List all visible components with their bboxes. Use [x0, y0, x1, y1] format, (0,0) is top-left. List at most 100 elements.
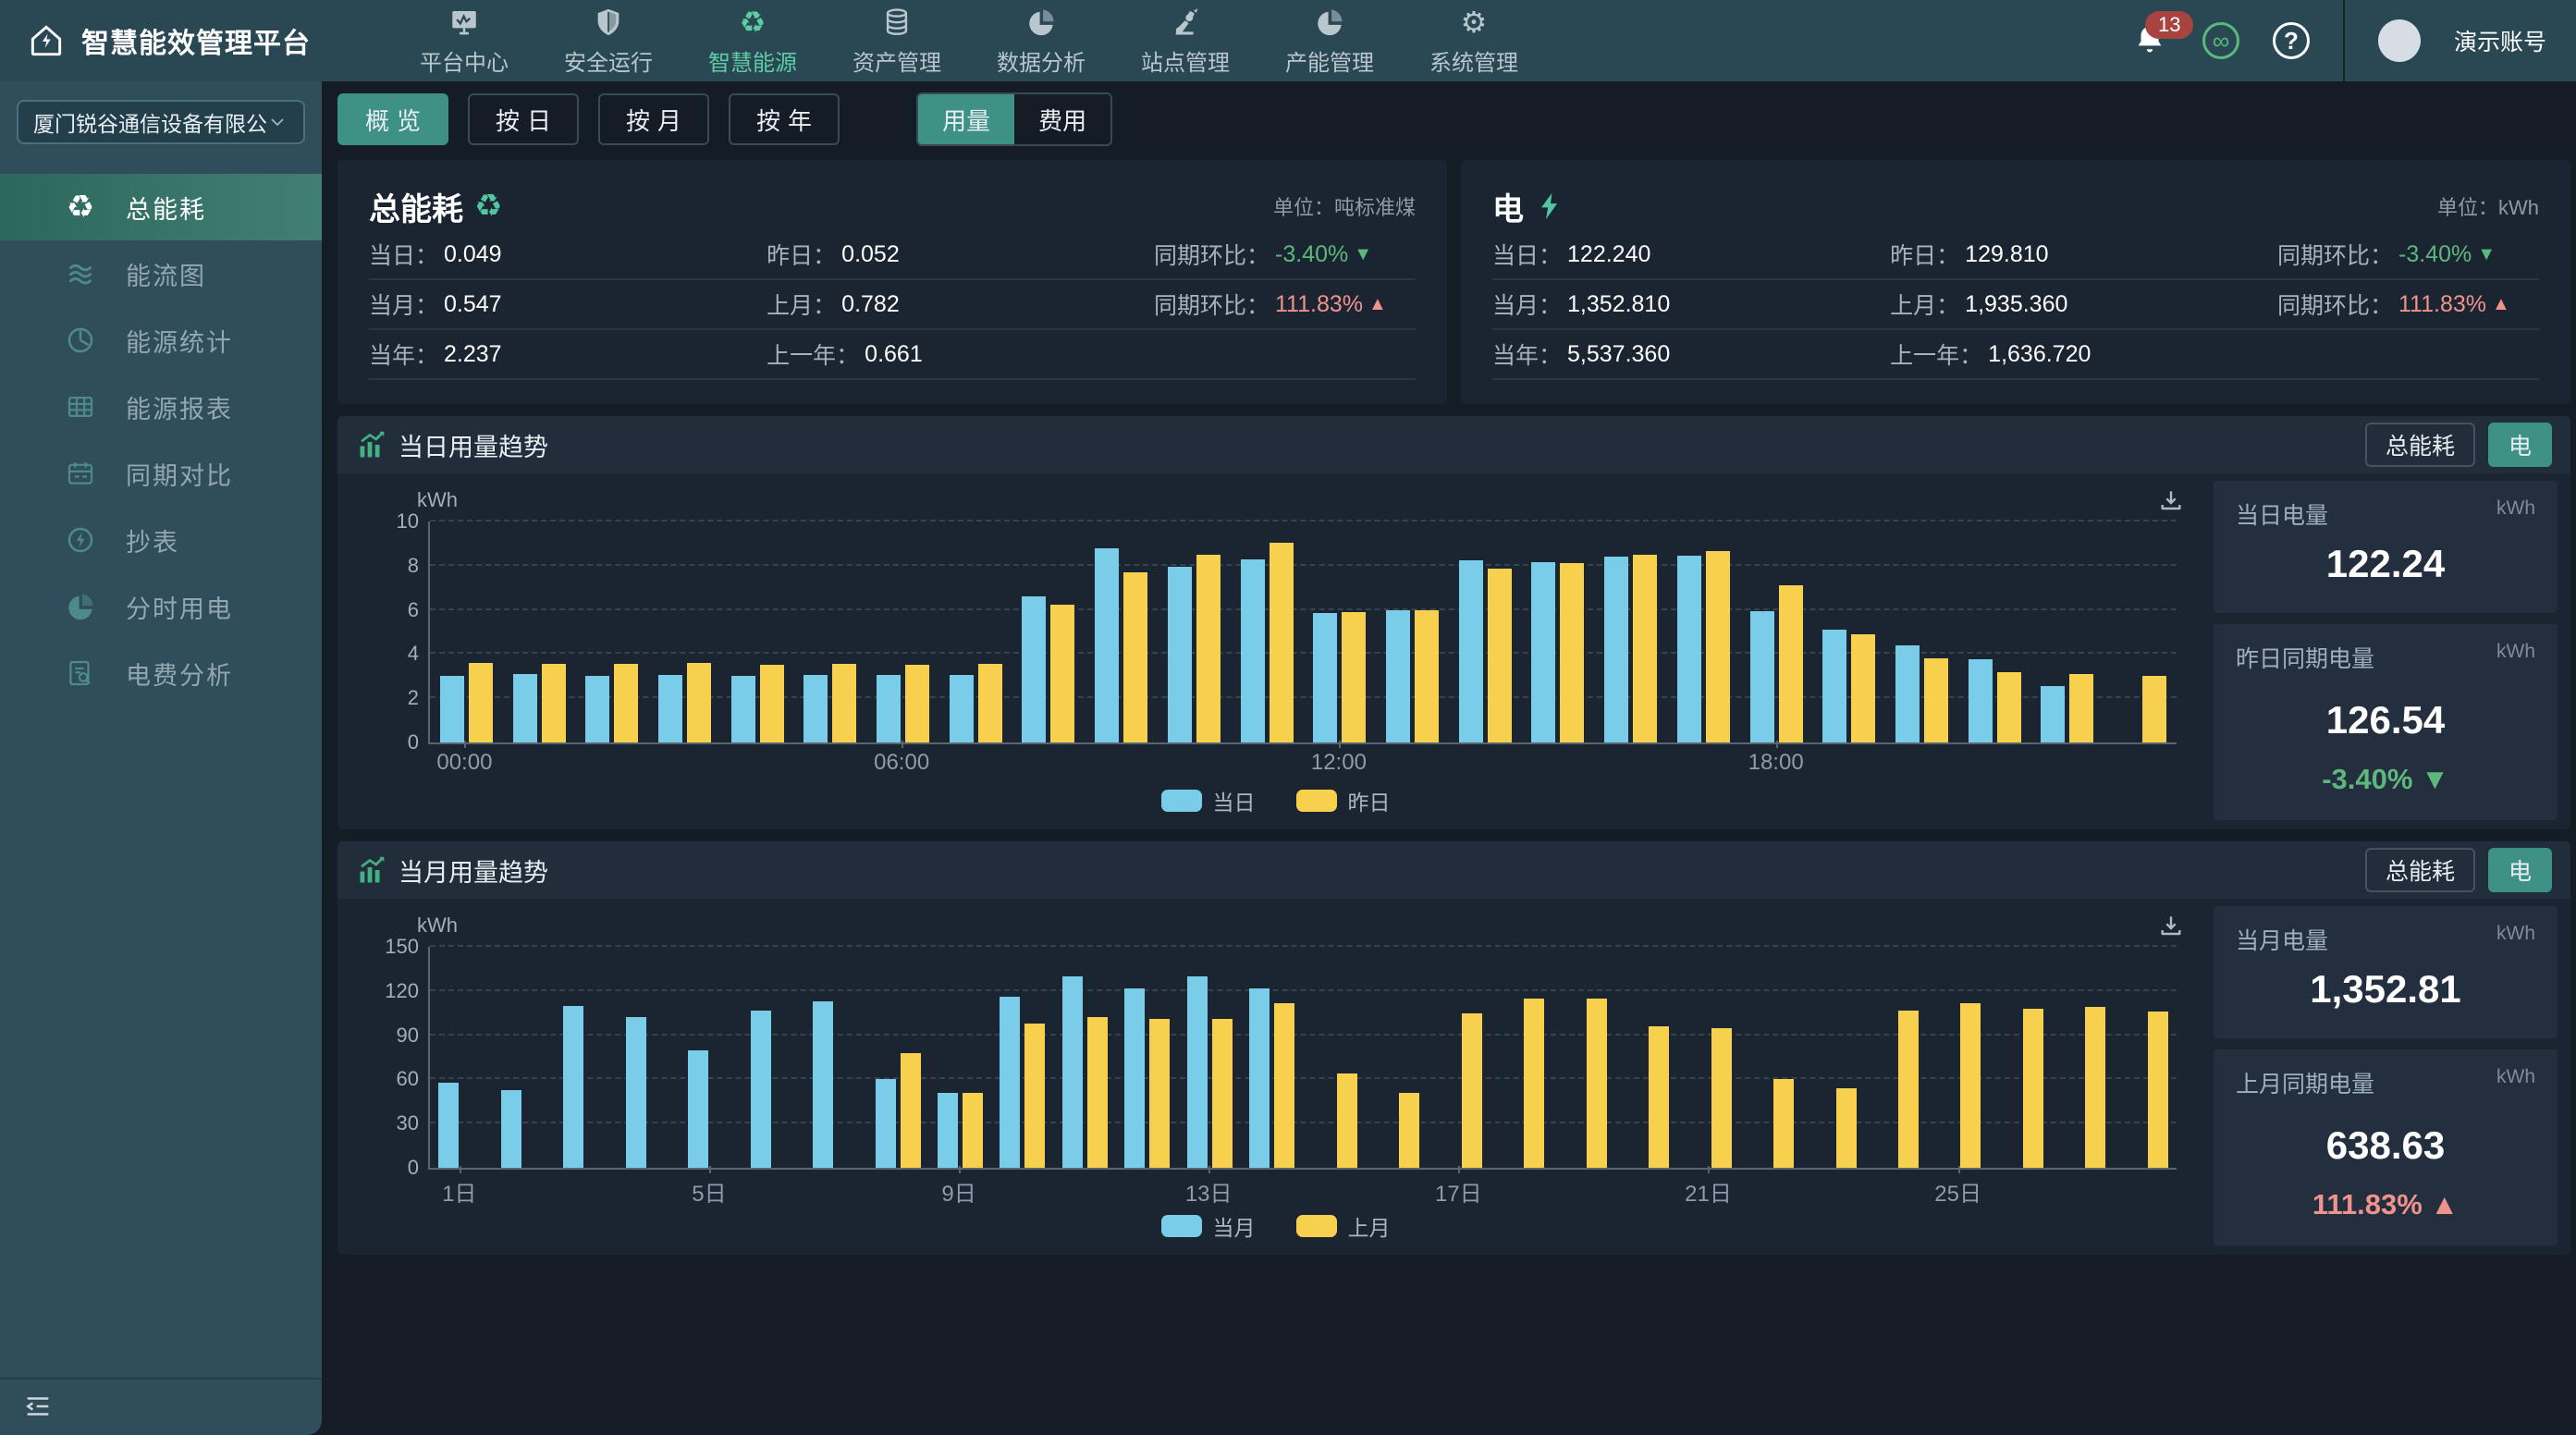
sidebar-item-8[interactable]: 电费分析	[0, 640, 322, 706]
collapse-sidebar-button[interactable]	[22, 1391, 55, 1424]
bar-昨日-21:00[interactable]	[1997, 672, 2021, 742]
tab-4[interactable]: 按年	[729, 93, 840, 145]
toggle-2[interactable]: 费用	[1014, 94, 1110, 144]
bar-当月-12日[interactable]	[1124, 988, 1145, 1168]
sidebar-item-1[interactable]: ♻总能耗	[0, 174, 322, 240]
bar-当月-11日[interactable]	[1062, 976, 1083, 1168]
bar-上月-11日[interactable]	[1087, 1017, 1108, 1168]
bar-当日-17:00[interactable]	[1677, 556, 1701, 742]
sidebar-item-4[interactable]: 能源报表	[0, 374, 322, 440]
bar-上月-21日[interactable]	[1711, 1028, 1732, 1168]
bar-上月-28日[interactable]	[2148, 1012, 2168, 1168]
bar-当日-08:00[interactable]	[1022, 596, 1046, 742]
bar-上月-12日[interactable]	[1149, 1019, 1170, 1168]
nav-item-2[interactable]: 安全运行	[564, 6, 653, 77]
bar-当日-01:00[interactable]	[513, 674, 537, 742]
bar-当月-13日[interactable]	[1187, 976, 1208, 1168]
bar-当日-14:00[interactable]	[1459, 560, 1483, 742]
legend-item-上月[interactable]: 上月	[1296, 1210, 1391, 1242]
nav-item-5[interactable]: 数据分析	[997, 6, 1086, 77]
help-icon[interactable]: ?	[2273, 22, 2310, 59]
nav-item-4[interactable]: 资产管理	[853, 6, 941, 77]
tab-1[interactable]: 概览	[337, 93, 448, 145]
bar-昨日-08:00[interactable]	[1050, 605, 1074, 742]
avatar[interactable]	[2378, 19, 2421, 62]
sidebar-item-2[interactable]: 能流图	[0, 240, 322, 307]
bar-昨日-05:00[interactable]	[832, 664, 856, 742]
bar-昨日-06:00[interactable]	[905, 665, 929, 742]
bar-上月-8日[interactable]	[901, 1053, 921, 1168]
tab-2[interactable]: 按日	[468, 93, 579, 145]
bar-昨日-01:00[interactable]	[542, 664, 566, 742]
series-button-2[interactable]: 电	[2488, 423, 2552, 467]
bar-当日-19:00[interactable]	[1822, 630, 1846, 742]
bar-昨日-07:00[interactable]	[978, 664, 1002, 742]
bar-上月-16日[interactable]	[1399, 1093, 1419, 1168]
bar-昨日-20:00[interactable]	[1924, 658, 1948, 742]
bar-上月-17日[interactable]	[1462, 1013, 1482, 1168]
bar-昨日-02:00[interactable]	[614, 664, 638, 742]
bar-当日-22:00[interactable]	[2041, 686, 2065, 742]
bar-当日-15:00[interactable]	[1531, 562, 1555, 742]
series-button-2[interactable]: 电	[2488, 848, 2552, 892]
bar-上月-23日[interactable]	[1836, 1088, 1857, 1168]
sidebar-item-7[interactable]: 分时用电	[0, 573, 322, 640]
bar-上月-19日[interactable]	[1587, 999, 1607, 1168]
bar-当月-2日[interactable]	[501, 1090, 521, 1168]
bar-当日-06:00[interactable]	[877, 675, 901, 742]
bar-昨日-03:00[interactable]	[687, 663, 711, 742]
series-button-1[interactable]: 总能耗	[2365, 848, 2475, 892]
bar-当日-00:00[interactable]	[440, 676, 464, 742]
bar-当日-04:00[interactable]	[731, 676, 755, 742]
bar-当月-1日[interactable]	[438, 1083, 459, 1168]
bar-昨日-23:00[interactable]	[2142, 676, 2166, 742]
nav-item-6[interactable]: 站点管理	[1141, 6, 1230, 77]
bar-昨日-00:00[interactable]	[469, 663, 493, 742]
bar-上月-24日[interactable]	[1898, 1011, 1919, 1168]
bar-上月-27日[interactable]	[2085, 1007, 2105, 1168]
legend-item-当月[interactable]: 当月	[1161, 1210, 1256, 1242]
bar-昨日-14:00[interactable]	[1488, 569, 1512, 742]
bar-昨日-04:00[interactable]	[760, 665, 784, 742]
bar-昨日-18:00[interactable]	[1779, 585, 1803, 742]
bar-当月-6日[interactable]	[751, 1011, 771, 1168]
sidebar-item-3[interactable]: 能源统计	[0, 307, 322, 374]
bar-昨日-11:00[interactable]	[1270, 543, 1294, 742]
notifications-button[interactable]: 13	[2132, 22, 2169, 59]
sidebar-item-5[interactable]: 同期对比	[0, 440, 322, 507]
bar-昨日-10:00[interactable]	[1196, 555, 1221, 742]
bar-当日-18:00[interactable]	[1750, 611, 1774, 742]
bar-当日-12:00[interactable]	[1313, 613, 1337, 742]
bar-昨日-13:00[interactable]	[1415, 610, 1439, 742]
nav-item-1[interactable]: 平台中心	[420, 6, 509, 77]
bar-昨日-12:00[interactable]	[1342, 612, 1366, 742]
bar-昨日-16:00[interactable]	[1633, 555, 1657, 742]
legend-item-昨日[interactable]: 昨日	[1296, 785, 1391, 816]
bar-昨日-09:00[interactable]	[1123, 572, 1147, 742]
series-button-1[interactable]: 总能耗	[2365, 423, 2475, 467]
bar-昨日-17:00[interactable]	[1706, 551, 1730, 742]
bar-当日-20:00[interactable]	[1895, 645, 1920, 742]
bar-昨日-19:00[interactable]	[1851, 634, 1875, 742]
bar-当日-21:00[interactable]	[1969, 659, 1993, 742]
bar-当月-8日[interactable]	[876, 1079, 896, 1168]
download-icon[interactable]	[2156, 486, 2188, 518]
bar-上月-22日[interactable]	[1773, 1079, 1794, 1168]
bar-当月-4日[interactable]	[626, 1017, 646, 1168]
download-icon[interactable]	[2156, 912, 2188, 943]
bar-当日-09:00[interactable]	[1095, 548, 1119, 742]
bar-当日-13:00[interactable]	[1386, 610, 1410, 742]
bar-上月-26日[interactable]	[2023, 1009, 2043, 1168]
bar-当日-02:00[interactable]	[585, 676, 609, 742]
account-name[interactable]: 演示账号	[2454, 24, 2546, 57]
bar-上月-13日[interactable]	[1212, 1019, 1233, 1168]
bar-上月-18日[interactable]	[1524, 999, 1544, 1168]
bar-当日-16:00[interactable]	[1604, 557, 1628, 742]
bar-当日-03:00[interactable]	[658, 675, 682, 742]
bar-当月-9日[interactable]	[938, 1093, 958, 1168]
legend-item-当日[interactable]: 当日	[1161, 785, 1256, 816]
bar-上月-10日[interactable]	[1024, 1024, 1045, 1168]
bar-昨日-22:00[interactable]	[2069, 674, 2093, 742]
nav-item-7[interactable]: 产能管理	[1285, 6, 1374, 77]
nav-item-3[interactable]: ♻智慧能源	[708, 6, 797, 77]
